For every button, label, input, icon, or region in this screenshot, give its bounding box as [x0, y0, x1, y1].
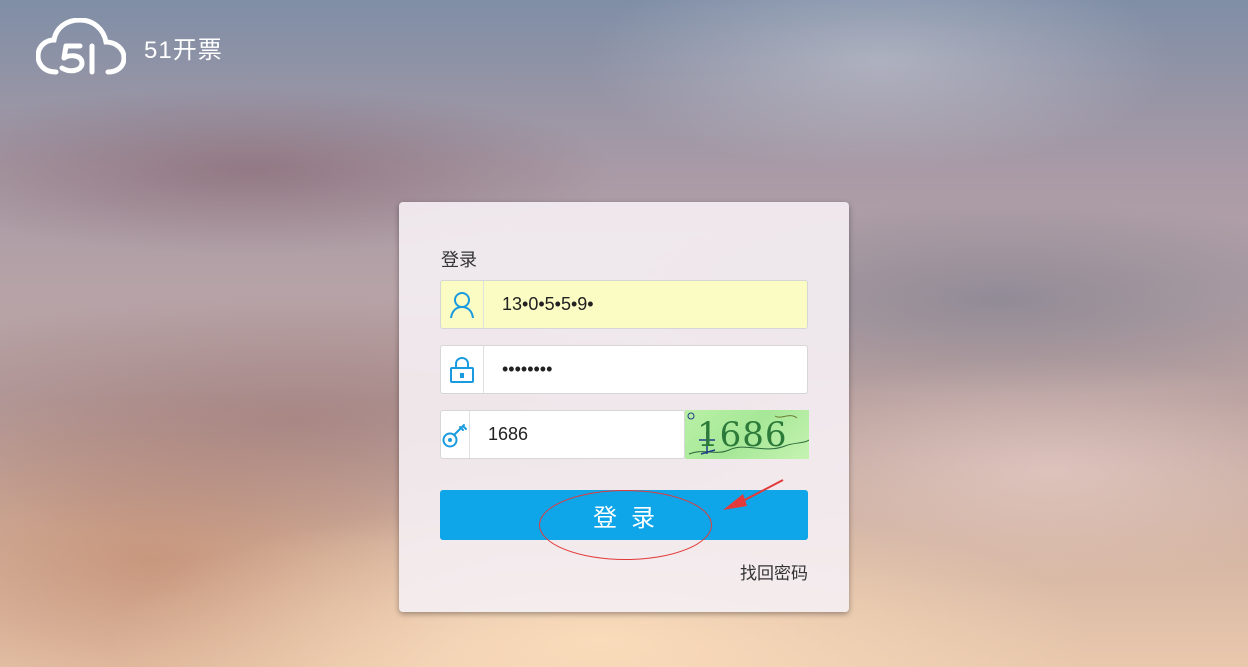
captcha-input[interactable]: [470, 411, 720, 458]
brand-logo: 51开票: [36, 18, 223, 76]
captcha-text: 1686: [697, 415, 788, 455]
cloud-51-logo-icon: [36, 18, 126, 75]
lock-icon: [450, 356, 474, 383]
password-input[interactable]: [484, 346, 807, 393]
username-field[interactable]: [440, 280, 808, 329]
login-panel: 登录 13•0•5•5•9• •••••••• 1686 1686 登录 找回密…: [399, 202, 849, 612]
user-icon: [450, 291, 474, 318]
login-title: 登录: [441, 250, 477, 270]
forgot-password-link[interactable]: 找回密码: [740, 559, 808, 584]
brand-name: 51开票: [144, 36, 223, 64]
key-icon: [442, 423, 467, 447]
username-input[interactable]: [484, 281, 807, 328]
password-field[interactable]: [440, 345, 808, 394]
annotation-arrow-icon: [723, 479, 784, 510]
captcha-image[interactable]: 1686: [685, 410, 809, 459]
captcha-field[interactable]: [440, 410, 720, 459]
